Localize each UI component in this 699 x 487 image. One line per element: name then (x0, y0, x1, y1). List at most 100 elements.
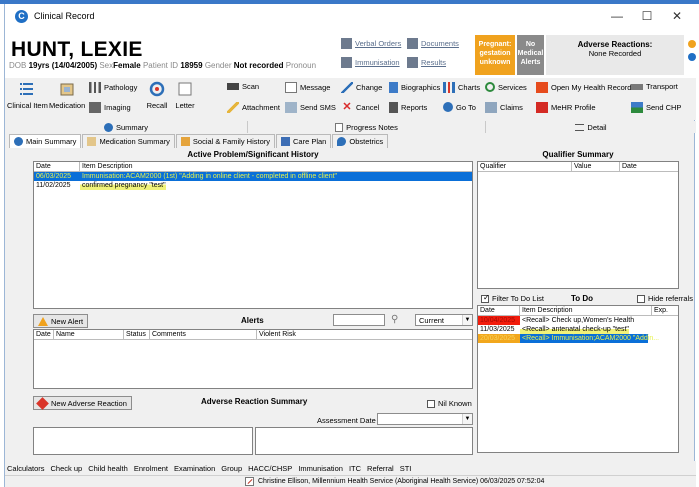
filter-todo-label: Filter To Do List (492, 294, 544, 303)
claims-button[interactable]: Claims (485, 102, 523, 113)
todo-row[interactable]: 20/03/2025 <Recall> Immunisation;ACAM200… (478, 334, 678, 343)
nil-known-check[interactable] (427, 399, 435, 408)
reports-button[interactable]: Reports (389, 102, 427, 113)
transport-button[interactable]: Transport (631, 82, 678, 91)
help-icon[interactable] (688, 53, 696, 61)
nil-known-checkbox[interactable]: Nil Known (427, 399, 472, 408)
filter-todo-check[interactable]: ✓ (481, 293, 490, 303)
message-icon (285, 82, 297, 93)
scan-button[interactable]: Scan (227, 82, 259, 91)
menu-referral[interactable]: Referral (367, 464, 394, 473)
todo-col-exp[interactable]: Exp. (652, 306, 678, 315)
hide-referrals-checkbox[interactable]: Hide referrals (637, 294, 693, 303)
change-button[interactable]: Change (341, 82, 382, 93)
medication-button[interactable]: Medication (49, 81, 85, 110)
todo-list[interactable]: Date Item Description Exp. 10/04/2025 <R… (477, 305, 679, 453)
documents-link[interactable]: Documents (407, 38, 459, 49)
tab-main-summary[interactable]: Main Summary (9, 134, 82, 148)
warning-icon[interactable] (688, 40, 696, 48)
view-selector-row: Summary Progress Notes Detail (5, 121, 696, 133)
tab-medication-summary[interactable]: Medication Summary (82, 134, 175, 148)
qualifier-column-headers: Qualifier Value Date (478, 162, 678, 172)
todo-col-date[interactable]: Date (478, 306, 520, 315)
menu-itc[interactable]: ITC (349, 464, 361, 473)
alerts-col-violent-risk[interactable]: Violent Risk (257, 330, 472, 339)
todo-row[interactable]: 10/04/2025 <Recall> Check up,Women's Hea… (478, 316, 678, 325)
adverse-reaction-list-left[interactable] (33, 427, 253, 455)
tab-obstetrics[interactable]: Obstetrics (332, 134, 389, 148)
mehr-profile-button[interactable]: MeHR Profile (536, 102, 596, 113)
problem-row[interactable]: 11/02/2025 confirmed pregnancy "test" (34, 181, 472, 190)
pathology-button[interactable]: Pathology (89, 82, 137, 93)
services-button[interactable]: Services (485, 82, 527, 92)
go-to-button[interactable]: Go To (443, 102, 476, 112)
detail-view-button[interactable]: Detail (486, 121, 696, 133)
tab-care-plan[interactable]: Care Plan (276, 134, 332, 148)
no-medical-alerts-badge[interactable]: No Medical Alerts (517, 35, 544, 75)
menu-group[interactable]: Group (221, 464, 242, 473)
claims-label: Claims (500, 103, 523, 112)
pregnant-badge[interactable]: Pregnant: gestation unknown (475, 35, 515, 75)
immunisation-link[interactable]: Immunisation (341, 57, 400, 68)
menu-immunisation[interactable]: Immunisation (298, 464, 343, 473)
menu-examination[interactable]: Examination (174, 464, 215, 473)
alerts-filter-select[interactable]: Current ▼ (415, 314, 473, 326)
send-sms-button[interactable]: Send SMS (285, 102, 336, 113)
attachment-button[interactable]: Attachment (227, 102, 280, 113)
message-button[interactable]: Message (285, 82, 330, 93)
results-label: Results (421, 58, 447, 67)
edit-icon[interactable] (245, 477, 254, 486)
search-icon[interactable]: ⚲ (391, 314, 398, 325)
todo-row-description: <Recall> antenatal check-up "test" (520, 325, 629, 334)
results-link[interactable]: Results (407, 57, 446, 68)
problem-col-description[interactable]: Item Description (80, 162, 472, 171)
scan-icon (227, 83, 239, 90)
menu-sti[interactable]: STI (400, 464, 412, 473)
alerts-col-status[interactable]: Status (124, 330, 150, 339)
alerts-col-comments[interactable]: Comments (150, 330, 257, 339)
hide-referrals-check[interactable] (637, 294, 645, 303)
qualifier-col-qualifier[interactable]: Qualifier (478, 162, 572, 171)
filter-todo-checkbox[interactable]: ✓ Filter To Do List (481, 293, 544, 303)
alerts-col-name[interactable]: Name (54, 330, 124, 339)
open-my-health-record-button[interactable]: Open My Health Record (536, 82, 631, 93)
clinical-item-button[interactable]: Clinical Item (7, 81, 48, 110)
todo-row[interactable]: 11/03/2025 <Recall> antenatal check-up "… (478, 325, 678, 334)
todo-col-description[interactable]: Item Description (520, 306, 652, 315)
active-problem-list[interactable]: Date Item Description 06/03/2025 Immunis… (33, 161, 473, 309)
send-chp-button[interactable]: Send CHP (631, 102, 681, 113)
imaging-button[interactable]: Imaging (89, 102, 131, 113)
letter-button[interactable]: Letter (173, 81, 197, 110)
close-button[interactable]: ✕ (662, 8, 692, 24)
alerts-col-date[interactable]: Date (34, 330, 54, 339)
menu-calculators[interactable]: Calculators (7, 464, 45, 473)
biographics-button[interactable]: Biographics (389, 82, 440, 93)
summary-label: Summary (115, 122, 149, 132)
problem-col-date[interactable]: Date (34, 162, 80, 171)
qualifier-col-date[interactable]: Date (620, 162, 678, 171)
adverse-reactions-box[interactable]: Adverse Reactions: None Recorded (546, 35, 684, 75)
tab-social-family-history[interactable]: Social & Family History (175, 134, 275, 148)
new-alert-button[interactable]: New Alert (33, 314, 89, 328)
recall-button[interactable]: Recall (145, 81, 169, 110)
new-adverse-reaction-button[interactable]: New Adverse Reaction (33, 396, 132, 410)
menu-enrolment[interactable]: Enrolment (134, 464, 168, 473)
problem-row[interactable]: 06/03/2025 Immunisation:ACAM2000 (1st) "… (34, 172, 472, 181)
alerts-list[interactable]: Date Name Status Comments Violent Risk (33, 329, 473, 389)
menu-hacc-chsp[interactable]: HACC/CHSP (248, 464, 292, 473)
summary-view-button[interactable]: Summary (5, 121, 248, 133)
verbal-orders-link[interactable]: Verbal Orders (341, 38, 401, 49)
qualifier-summary-list[interactable]: Qualifier Value Date (477, 161, 679, 289)
alerts-search-input[interactable] (333, 314, 385, 326)
alerts-column-headers: Date Name Status Comments Violent Risk (34, 330, 472, 340)
maximize-button[interactable]: ☐ (632, 8, 662, 24)
cancel-button[interactable]: ✕ Cancel (341, 102, 379, 113)
charts-button[interactable]: Charts (443, 82, 480, 93)
minimize-button[interactable]: — (602, 8, 632, 24)
qualifier-col-value[interactable]: Value (572, 162, 620, 171)
menu-check-up[interactable]: Check up (51, 464, 83, 473)
adverse-reaction-list-right[interactable] (255, 427, 473, 455)
progress-notes-view-button[interactable]: Progress Notes (248, 121, 486, 133)
menu-child-health[interactable]: Child health (88, 464, 128, 473)
assessment-date-select[interactable]: ▼ (377, 413, 473, 425)
